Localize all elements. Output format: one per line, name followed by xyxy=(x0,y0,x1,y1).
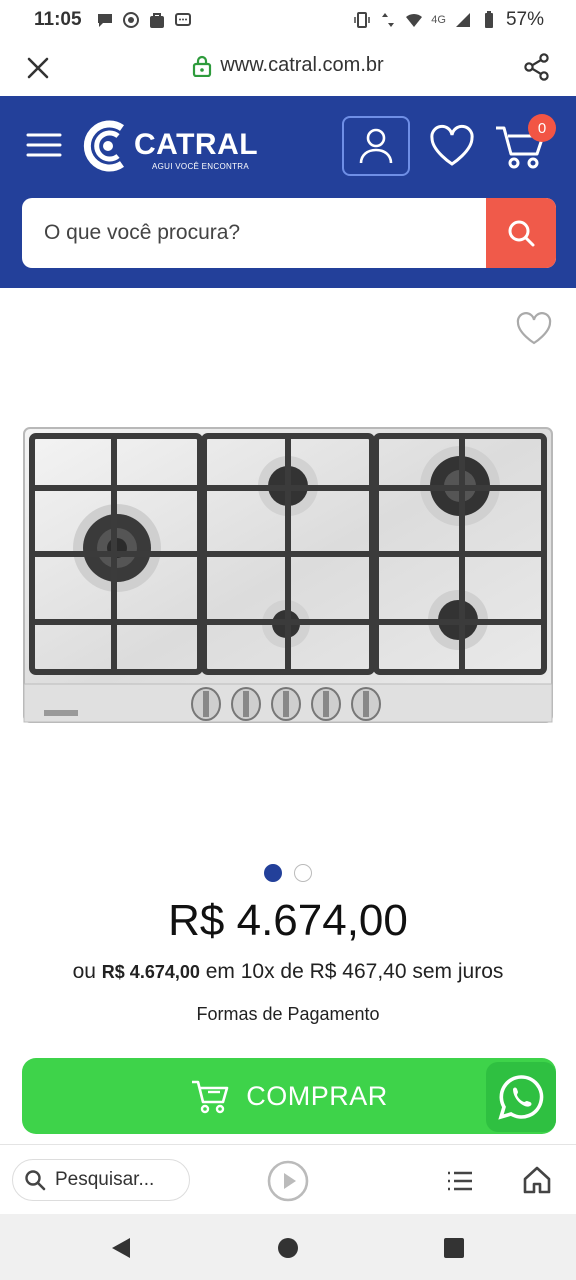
site-header: CATRAL AGUI VOCÊ ENCONTRA 0 xyxy=(0,96,576,288)
brand-tagline: AGUI VOCÊ ENCONTRA xyxy=(152,162,249,171)
search-icon xyxy=(25,1170,46,1191)
back-icon[interactable] xyxy=(110,1236,132,1260)
url-bar[interactable]: www.catral.com.br xyxy=(0,54,576,77)
recent-apps-icon[interactable] xyxy=(444,1238,464,1258)
search-bar xyxy=(22,198,556,268)
wifi-icon xyxy=(406,13,423,27)
buy-button[interactable]: COMPRAR xyxy=(22,1058,556,1134)
installment-rest: em 10x de R$ 467,40 sem juros xyxy=(205,960,504,983)
cart-count-badge: 0 xyxy=(528,114,556,142)
data-arrows-icon xyxy=(382,13,395,27)
whatsapp-icon xyxy=(498,1075,544,1120)
vibrate-icon xyxy=(354,12,371,28)
catral-logo-mark xyxy=(83,120,125,172)
play-icon[interactable] xyxy=(266,1159,310,1203)
list-icon[interactable] xyxy=(446,1169,474,1193)
search-icon xyxy=(508,220,535,247)
catral-logo[interactable]: CATRAL AGUI VOCÊ ENCONTRA xyxy=(82,118,282,174)
browser-bar: www.catral.com.br xyxy=(0,40,576,96)
lock-icon xyxy=(193,55,212,77)
hamburger-menu-icon[interactable] xyxy=(26,132,62,158)
android-nav-bar xyxy=(0,1214,576,1280)
battery-icon xyxy=(484,11,493,28)
status-bar: 11:05 4G 57% xyxy=(0,0,576,40)
product-price: R$ 4.674,00 xyxy=(168,896,408,945)
whatsapp-icon xyxy=(122,12,139,28)
status-right: 4G 57% xyxy=(353,9,544,31)
search-input[interactable] xyxy=(22,198,486,268)
status-left: 11:05 xyxy=(34,9,192,31)
carousel-dot-1[interactable] xyxy=(264,864,282,882)
share-icon[interactable] xyxy=(522,52,552,82)
url-text: www.catral.com.br xyxy=(220,54,384,76)
shopping-bag-icon xyxy=(149,13,164,28)
chat-icon xyxy=(97,14,112,27)
favorite-heart-icon[interactable] xyxy=(515,312,553,346)
brand-plate xyxy=(44,710,78,716)
whatsapp-button[interactable] xyxy=(486,1062,556,1132)
installment-prefix: ou xyxy=(72,960,96,983)
brand-name: CATRAL xyxy=(134,128,259,161)
search-button[interactable] xyxy=(486,198,556,268)
status-time: 11:05 xyxy=(34,9,82,30)
home-nav-icon[interactable] xyxy=(278,1238,298,1258)
wishlist-heart-icon[interactable] xyxy=(428,124,476,168)
signal-icon xyxy=(455,13,470,27)
installment-info: ou R$ 4.674,00 em 10x de R$ 467,40 sem j… xyxy=(0,960,576,984)
payment-methods-link[interactable]: Formas de Pagamento xyxy=(0,1004,576,1025)
account-button[interactable] xyxy=(342,116,410,176)
battery-percent: 57% xyxy=(505,9,544,30)
user-icon xyxy=(359,128,393,164)
buy-button-label: COMPRAR xyxy=(246,1080,388,1111)
cart-icon xyxy=(192,1080,229,1114)
product-image[interactable] xyxy=(22,426,554,726)
message-icon xyxy=(174,13,191,26)
home-icon[interactable] xyxy=(522,1165,552,1195)
toolbar-search[interactable]: Pesquisar... xyxy=(12,1159,190,1201)
carousel-dot-2[interactable] xyxy=(294,864,312,882)
toolbar-search-label: Pesquisar... xyxy=(55,1169,155,1190)
network-type: 4G xyxy=(431,14,446,26)
bottom-toolbar: Pesquisar... xyxy=(0,1144,576,1214)
installment-total: R$ 4.674,00 xyxy=(101,962,200,982)
carousel-dots xyxy=(0,864,576,882)
